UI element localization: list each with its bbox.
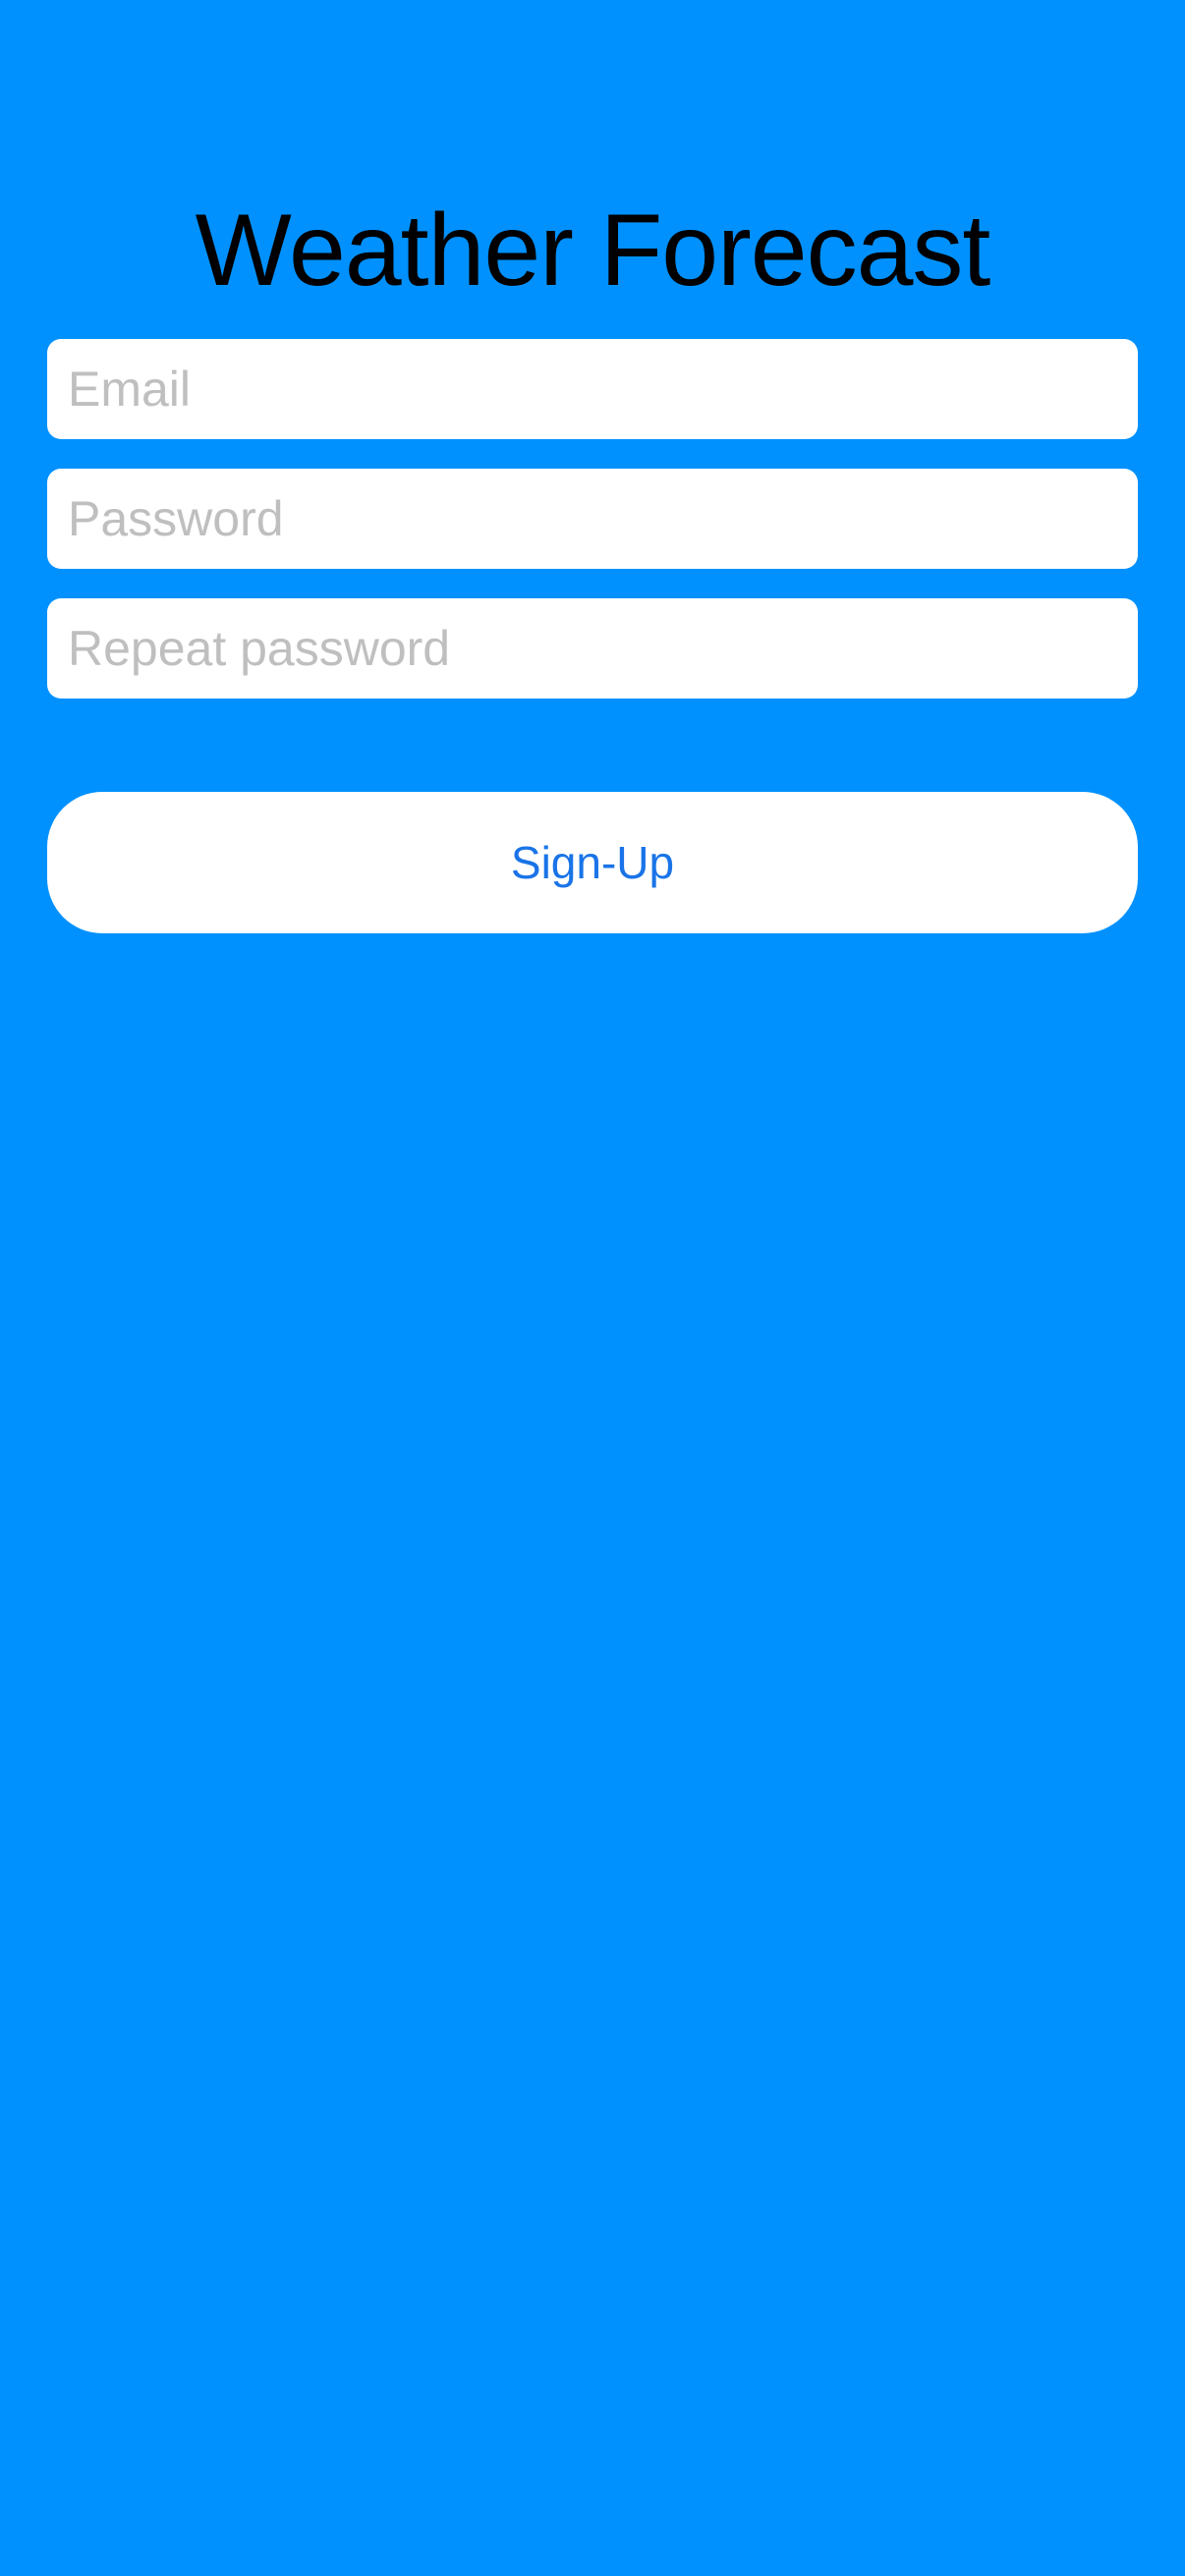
page-title: Weather Forecast xyxy=(195,194,991,308)
signup-button[interactable]: Sign-Up xyxy=(47,792,1138,933)
email-field[interactable] xyxy=(47,339,1138,439)
repeat-password-field[interactable] xyxy=(47,598,1138,699)
password-field[interactable] xyxy=(47,469,1138,569)
signup-screen: Weather Forecast Sign-Up xyxy=(0,0,1185,2576)
